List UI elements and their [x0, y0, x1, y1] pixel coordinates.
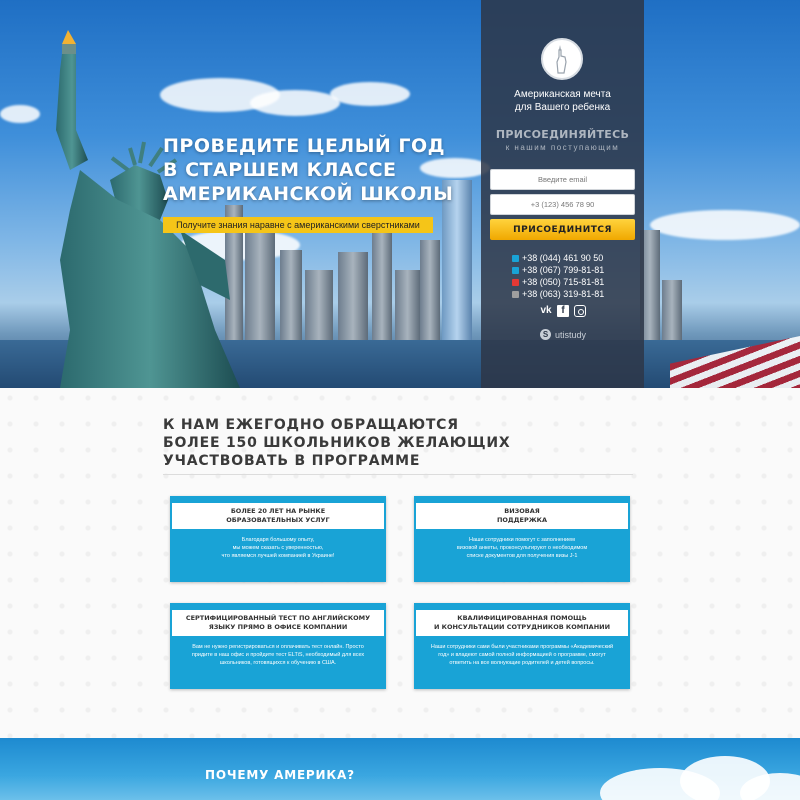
- card-text-line: Наши сотрудники сами были участниками пр…: [430, 644, 614, 650]
- feature-card: ВИЗОВАЯ ПОДДЕРЖКА Наши сотрудники помогу…: [414, 496, 630, 582]
- card-text-line: школьников, готовящихся к обучению в США…: [219, 660, 337, 666]
- skype-icon: S: [540, 329, 551, 340]
- section-divider: [163, 474, 633, 475]
- card-title-line: СЕРТИФИЦИРОВАННЫЙ ТЕСТ ПО АНГЛИЙСКОМУ: [185, 614, 371, 622]
- info-title: К НАМ ЕЖЕГОДНО ОБРАЩАЮТСЯ БОЛЕЕ 150 ШКОЛ…: [163, 416, 583, 470]
- card-title-line: БОЛЕЕ 20 ЛЕТ НА РЫНКЕ: [230, 507, 326, 515]
- info-section: К НАМ ЕЖЕГОДНО ОБРАЩАЮТСЯ БОЛЕЕ 150 ШКОЛ…: [0, 388, 800, 738]
- card-text-line: Вам не нужно регистрироваться и оплачива…: [192, 644, 364, 650]
- skyline-building: [280, 250, 302, 340]
- why-america-title: ПОЧЕМУ АМЕРИКА?: [205, 768, 355, 782]
- statue-logo-icon: [556, 45, 567, 74]
- phone-icon: [512, 254, 519, 262]
- statue-of-liberty-image: [56, 30, 240, 388]
- info-title-line: БОЛЕЕ 150 ШКОЛЬНИКОВ ЖЕЛАЮЩИХ: [163, 435, 511, 451]
- card-text-line: мы можем сказать с уверенностью,: [232, 545, 324, 551]
- card-title-line: КВАЛИФИЦИРОВАННАЯ ПОМОЩЬ: [457, 614, 587, 622]
- feature-card: БОЛЕЕ 20 ЛЕТ НА РЫНКЕ ОБРАЗОВАТЕЛЬНЫХ УС…: [170, 496, 386, 582]
- card-header: ВИЗОВАЯ ПОДДЕРЖКА: [416, 503, 628, 529]
- card-text-line: придите в наш офис и пройдите тест ELTiS…: [191, 652, 365, 658]
- card-text-line: Благодаря большому опыту,: [241, 537, 315, 543]
- tagline-line: Американская мечта: [514, 89, 611, 100]
- email-field[interactable]: [490, 169, 635, 190]
- hero-subtitle-badge: Получите знания наравне с американскими …: [163, 217, 433, 233]
- card-text-line: визовой анкеты, проконсультируют о необх…: [456, 545, 588, 551]
- hero-section: ПРОВЕДИТЕ ЦЕЛЫЙ ГОД В СТАРШЕМ КЛАССЕ АМЕ…: [0, 0, 800, 388]
- join-button[interactable]: ПРИСОЕДИНИТСЯ: [490, 219, 635, 240]
- info-title-line: УЧАСТВОВАТЬ В ПРОГРАММЕ: [163, 453, 421, 469]
- card-text-line: год» и владеют самой полной информацией …: [438, 652, 606, 658]
- phone-item[interactable]: +38 (044) 461 90 50: [512, 252, 622, 264]
- card-title-line: ЯЗЫКУ ПРЯМО В ОФИСЕ КОМПАНИИ: [208, 623, 348, 631]
- phone-number: +38 (063) 319-81-81: [522, 289, 605, 299]
- vk-icon[interactable]: vk: [540, 305, 552, 317]
- hero-title-line: АМЕРИКАНСКОЙ ШКОЛЫ: [163, 183, 454, 205]
- join-title: ПРИСОЕДИНЯЙТЕСЬ: [495, 128, 630, 141]
- feature-card: СЕРТИФИЦИРОВАННЫЙ ТЕСТ ПО АНГЛИЙСКОМУ ЯЗ…: [170, 603, 386, 689]
- skyline-building: [305, 270, 333, 340]
- phone-field[interactable]: [490, 194, 635, 215]
- card-text-line: ответить на все волнующие родителей и де…: [449, 660, 595, 666]
- panel-tagline: Американская мечта для Вашего ребенка: [481, 88, 644, 114]
- phone-item[interactable]: +38 (063) 319-81-81: [512, 288, 622, 300]
- phone-item[interactable]: +38 (050) 715-81-81: [512, 276, 622, 288]
- card-title-line: ВИЗОВАЯ: [504, 507, 540, 515]
- phone-list: +38 (044) 461 90 50 +38 (067) 799-81-81 …: [512, 252, 622, 300]
- card-title-line: ПОДДЕРЖКА: [496, 516, 548, 524]
- hero-cloud: [330, 82, 410, 106]
- skyline-building: [338, 252, 368, 340]
- info-title-line: К НАМ ЕЖЕГОДНО ОБРАЩАЮТСЯ: [163, 417, 459, 433]
- card-header: КВАЛИФИЦИРОВАННАЯ ПОМОЩЬ И КОНСУЛЬТАЦИИ …: [416, 610, 628, 636]
- social-links: vk f: [540, 305, 586, 317]
- skyline-building: [395, 270, 420, 340]
- logo[interactable]: [541, 38, 583, 80]
- phone-item[interactable]: +38 (067) 799-81-81: [512, 264, 622, 276]
- card-header: БОЛЕЕ 20 ЛЕТ НА РЫНКЕ ОБРАЗОВАТЕЛЬНЫХ УС…: [172, 503, 384, 529]
- lifecell-icon: [512, 290, 519, 298]
- skyline-building: [662, 280, 682, 340]
- facebook-icon[interactable]: f: [557, 305, 569, 317]
- why-america-section: ПОЧЕМУ АМЕРИКА?: [0, 738, 800, 800]
- instagram-icon[interactable]: [574, 305, 586, 317]
- card-text-line: списке документов для получения визы J-1: [466, 553, 578, 559]
- card-header: СЕРТИФИЦИРОВАННЫЙ ТЕСТ ПО АНГЛИЙСКОМУ ЯЗ…: [172, 610, 384, 636]
- card-text: Наши сотрудники сами были участниками пр…: [422, 643, 622, 667]
- card-text-line: Наши сотрудники помогут с заполнением: [469, 537, 575, 543]
- hero-title-line: В СТАРШЕМ КЛАССЕ: [163, 159, 397, 181]
- hero-title: ПРОВЕДИТЕ ЦЕЛЫЙ ГОД В СТАРШЕМ КЛАССЕ АМЕ…: [163, 134, 463, 206]
- card-title-line: ОБРАЗОВАТЕЛЬНЫХ УСЛУГ: [226, 516, 330, 524]
- hero-cloud: [0, 105, 40, 123]
- card-text: Наши сотрудники помогут с заполнением ви…: [422, 536, 622, 560]
- skyline-building: [420, 240, 440, 340]
- hero-title-line: ПРОВЕДИТЕ ЦЕЛЫЙ ГОД: [163, 135, 446, 157]
- skype-contact[interactable]: S utistudy: [540, 329, 586, 340]
- phone-number: +38 (067) 799-81-81: [522, 265, 605, 275]
- hero-cloud: [250, 90, 340, 116]
- card-title-line: И КОНСУЛЬТАЦИИ СОТРУДНИКОВ КОМПАНИИ: [433, 623, 611, 631]
- join-subtitle: к нашим поступающим: [505, 143, 620, 152]
- skype-name: utistudy: [555, 329, 587, 340]
- card-text-line: что являемся лучшей компанией в Украине!: [221, 553, 335, 559]
- phone-number: +38 (050) 715-81-81: [522, 277, 605, 287]
- card-text: Вам не нужно регистрироваться и оплачива…: [178, 643, 378, 667]
- skyline-building: [372, 230, 392, 340]
- phone-number: +38 (044) 461 90 50: [522, 253, 604, 263]
- kyivstar-icon: [512, 266, 519, 274]
- vodafone-icon: [512, 278, 519, 286]
- card-text: Благодаря большому опыту, мы можем сказа…: [178, 536, 378, 560]
- hero-cloud: [650, 210, 800, 240]
- tagline-line: для Вашего ребенка: [514, 102, 611, 113]
- feature-card: КВАЛИФИЦИРОВАННАЯ ПОМОЩЬ И КОНСУЛЬТАЦИИ …: [414, 603, 630, 689]
